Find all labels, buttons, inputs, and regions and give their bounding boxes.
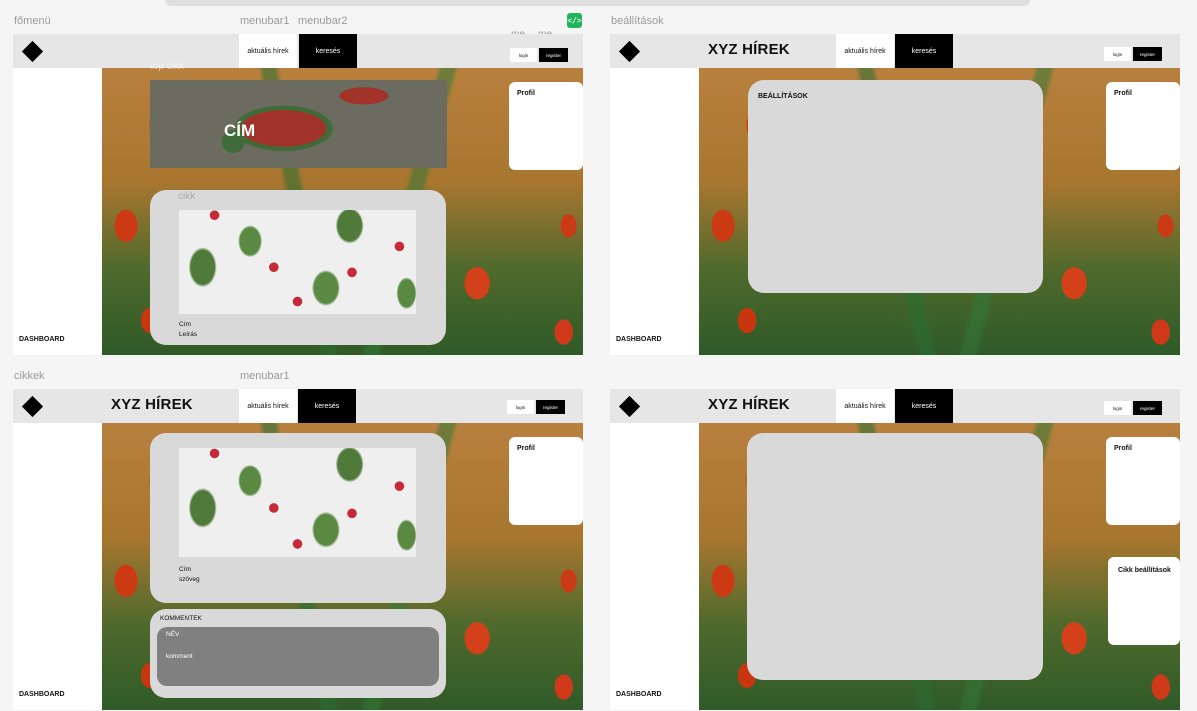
nav-aktualis-hirek[interactable]: aktuális hírek — [239, 389, 297, 423]
profile-title: Profil — [517, 90, 535, 97]
settings-title: BEÁLLÍTÁSOK — [758, 93, 808, 100]
top-article-image[interactable] — [150, 80, 447, 168]
ghost-label-cikk: cikk — [178, 191, 196, 202]
comment-text: komment — [166, 653, 193, 660]
logo-icon[interactable] — [618, 40, 642, 64]
profile-panel[interactable]: Profil — [509, 82, 583, 170]
article-detail-card[interactable]: Cím szöveg — [150, 433, 446, 603]
frame-label-menubar2: menubar2 — [298, 15, 348, 27]
frame-fomenu: aktuális hírek keresés login register DA… — [13, 34, 583, 355]
article-title: Cím — [179, 321, 191, 328]
login-button[interactable]: login — [1104, 47, 1131, 61]
article-settings-title: Cikk beállítások — [1118, 567, 1171, 574]
register-button[interactable]: register — [1133, 401, 1162, 415]
login-button[interactable]: login — [1104, 401, 1131, 415]
article-image — [179, 448, 416, 557]
nav-kereses[interactable]: keresés — [298, 389, 356, 423]
frame-cikkek: XYZ HÍREK aktuális hírek keresés login r… — [13, 389, 583, 710]
comments-title: KOMMENTEK — [160, 615, 202, 622]
login-button[interactable]: login — [510, 48, 537, 62]
logo-icon[interactable] — [618, 395, 642, 419]
header-bar — [13, 34, 583, 68]
comment-item[interactable]: NÉV komment — [157, 627, 439, 686]
site-title: XYZ HÍREK — [708, 396, 790, 413]
frame-label-beallitasok: beállítások — [611, 15, 664, 27]
nav-aktualis-hirek[interactable]: aktuális hírek — [239, 34, 297, 68]
nav-kereses[interactable]: keresés — [895, 34, 953, 68]
frame-label-menubar1: menubar1 — [240, 15, 290, 27]
register-button[interactable]: register — [539, 48, 568, 62]
article-settings-panel[interactable]: Cikk beállítások — [1108, 557, 1180, 645]
top-article-title: CÍM — [224, 121, 256, 140]
nav-kereses[interactable]: keresés — [299, 34, 357, 68]
sidebar: DASHBOARD — [610, 423, 699, 710]
nav-aktualis-hirek[interactable]: aktuális hírek — [836, 34, 894, 68]
frame-label-fomenu: főmenü — [14, 15, 51, 27]
nav-aktualis-hirek[interactable]: aktuális hírek — [836, 389, 894, 423]
comment-author: NÉV — [166, 631, 180, 638]
logo-icon[interactable] — [21, 395, 45, 419]
register-button[interactable]: register — [536, 400, 565, 414]
frame-label-menubar1-b: menubar1 — [240, 370, 290, 382]
logo-icon[interactable] — [21, 40, 45, 64]
frame-cikk-szerkeszto: XYZ HÍREK aktuális hírek keresés login r… — [610, 389, 1180, 710]
profile-title: Profil — [517, 445, 535, 452]
comments-panel: KOMMENTEK NÉV komment — [150, 609, 446, 698]
editor-panel[interactable] — [747, 433, 1043, 680]
article-card[interactable]: cikk Cím Leírás — [150, 190, 446, 345]
ghost-label-top-cikk: top cikk — [150, 61, 184, 72]
article-image — [179, 210, 416, 314]
profile-panel[interactable]: Profil — [1106, 437, 1180, 525]
article-title: Cím — [179, 566, 191, 573]
dashboard-link[interactable]: DASHBOARD — [616, 691, 662, 698]
site-title: XYZ HÍREK — [111, 396, 193, 413]
profile-title: Profil — [1114, 90, 1132, 97]
dashboard-link[interactable]: DASHBOARD — [19, 336, 65, 343]
dashboard-link[interactable]: DASHBOARD — [19, 691, 65, 698]
nav-kereses[interactable]: keresés — [895, 389, 953, 423]
article-description: Leírás — [179, 331, 198, 338]
settings-panel[interactable]: BEÁLLÍTÁSOK — [748, 80, 1043, 293]
sidebar: DASHBOARD — [13, 423, 102, 710]
frame-label-cikkek: cikkek — [14, 370, 45, 382]
canvas-top-shade — [165, 0, 1030, 6]
dashboard-link[interactable]: DASHBOARD — [616, 336, 662, 343]
frame-beallitasok: XYZ HÍREK aktuális hírek keresés login r… — [610, 34, 1180, 355]
sidebar: DASHBOARD — [610, 68, 699, 355]
profile-panel[interactable]: Profil — [1106, 82, 1180, 170]
register-button[interactable]: register — [1133, 47, 1162, 61]
profile-title: Profil — [1114, 445, 1132, 452]
login-button[interactable]: login — [507, 400, 534, 414]
site-title: XYZ HÍREK — [708, 41, 790, 58]
code-icon[interactable]: </> — [567, 13, 582, 28]
sidebar: DASHBOARD — [13, 68, 102, 355]
article-text: szöveg — [179, 576, 200, 583]
profile-panel[interactable]: Profil — [509, 437, 583, 525]
